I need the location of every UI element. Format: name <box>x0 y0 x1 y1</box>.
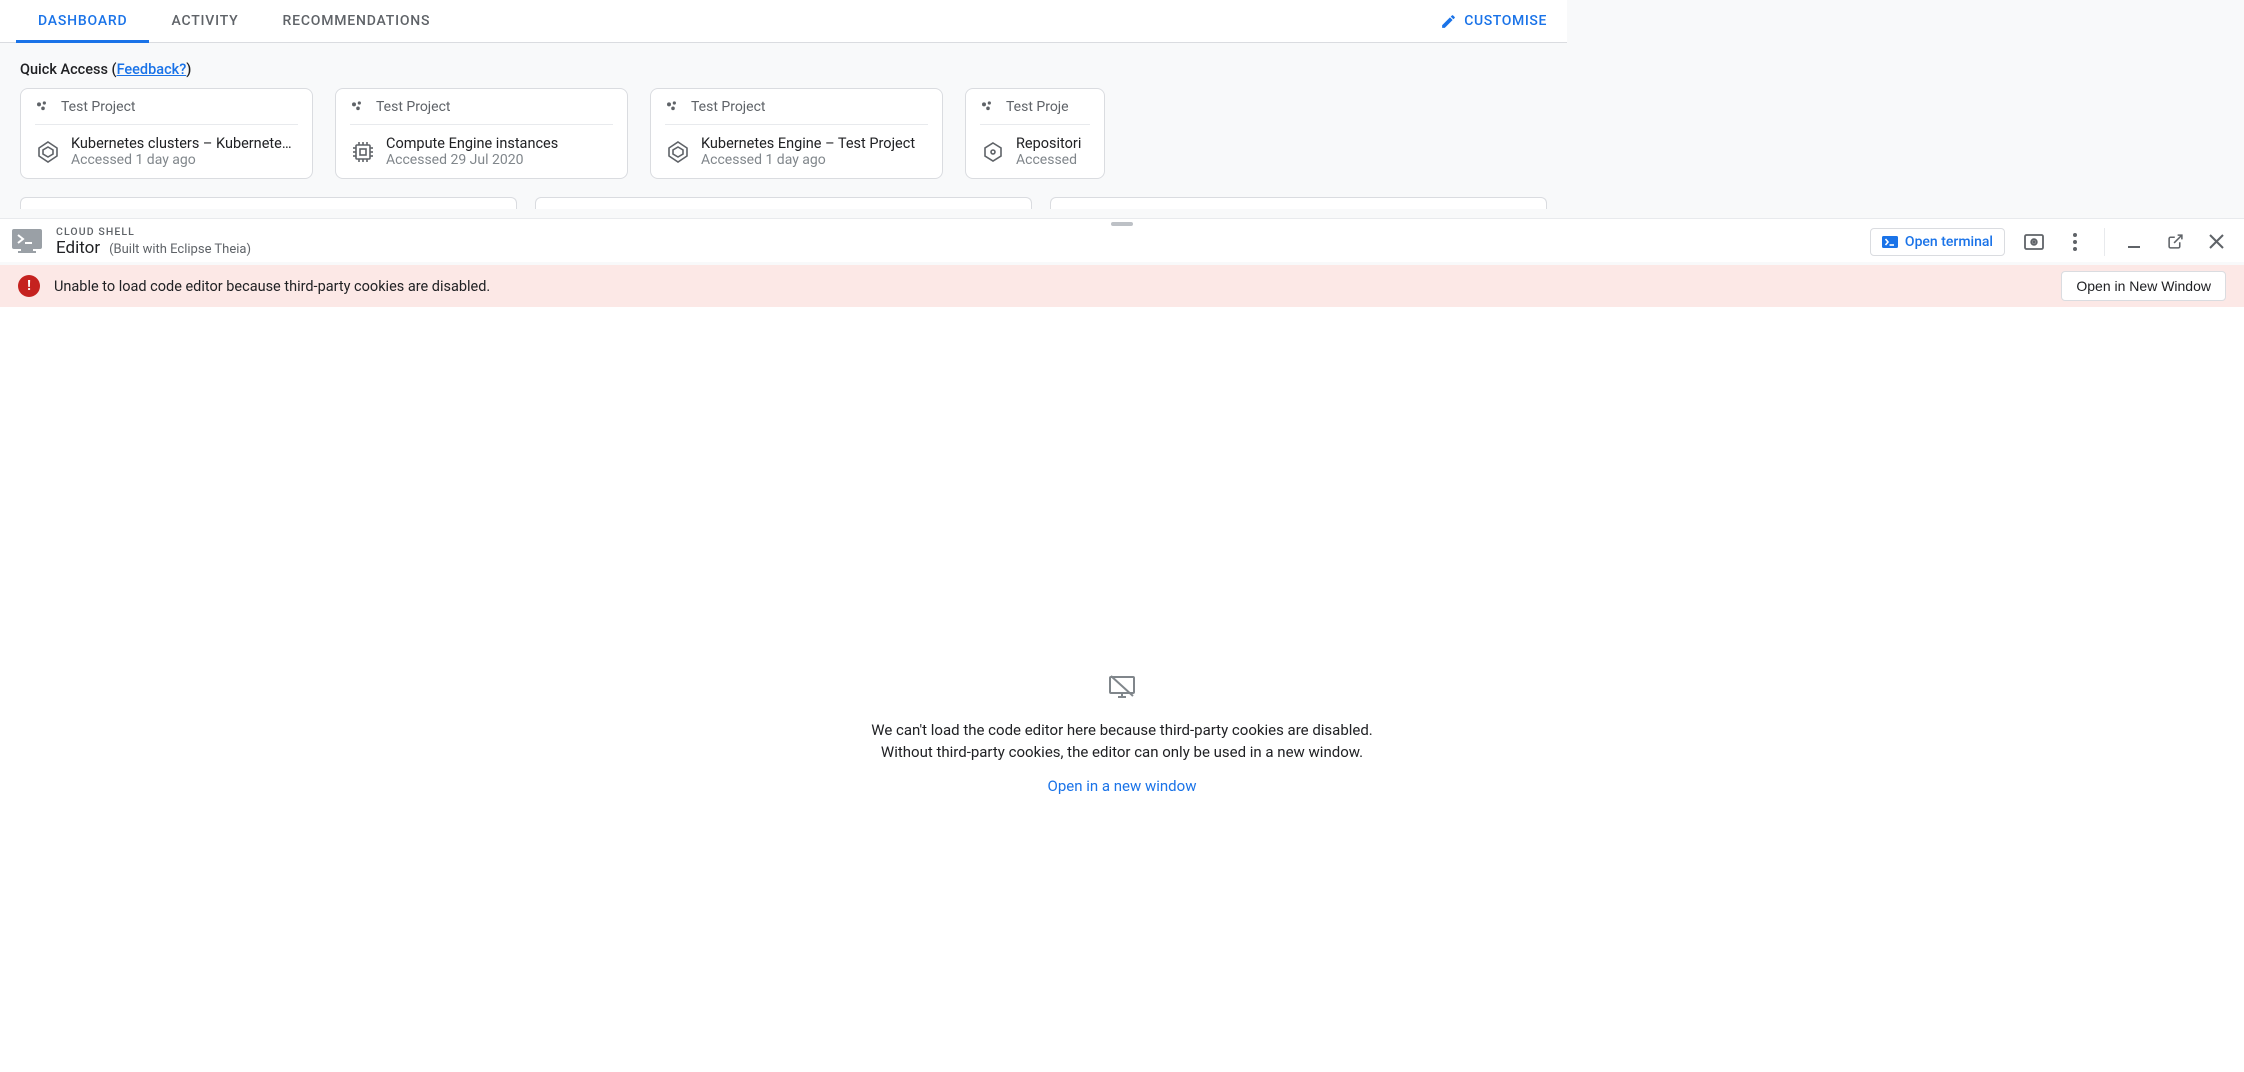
editor-empty-state: We can't load the code editor here becau… <box>0 307 2244 1072</box>
close-icon[interactable] <box>2204 230 2228 254</box>
qa-card[interactable]: Test Project Compute Engine instances Ac… <box>335 88 628 179</box>
open-external-icon[interactable] <box>2163 230 2187 254</box>
qa-header-prefix: Quick Access ( <box>20 61 117 78</box>
qa-card[interactable]: Test Proje Repositori Accessed <box>965 88 1105 179</box>
cloud-shell-overline: CLOUD SHELL <box>56 225 251 238</box>
divider <box>2104 228 2105 256</box>
drag-handle[interactable] <box>1111 222 1133 226</box>
error-message: Unable to load code editor because third… <box>54 278 490 295</box>
tabs-bar: DASHBOARD ACTIVITY RECOMMENDATIONS CUSTO… <box>0 0 1567 43</box>
project-icon <box>665 99 681 115</box>
open-terminal-button[interactable]: Open terminal <box>1870 228 2005 256</box>
project-icon <box>980 99 996 115</box>
quick-access-header: Quick Access (Feedback?) <box>20 61 1547 78</box>
cloud-shell-title: Editor <box>56 238 100 258</box>
more-icon[interactable] <box>2063 230 2087 254</box>
quick-access-cards: Test Project Kubernetes clusters – Kuber… <box>20 88 1547 179</box>
customise-label: CUSTOMISE <box>1464 13 1547 29</box>
qa-header-suffix: ) <box>186 61 191 78</box>
card-accessed: Accessed <box>1016 152 1081 168</box>
kubernetes-icon <box>665 139 691 165</box>
open-terminal-label: Open terminal <box>1905 234 1993 250</box>
kubernetes-icon <box>35 139 61 165</box>
pencil-icon <box>1440 13 1457 30</box>
cloud-shell-icon <box>12 229 42 255</box>
card-title: Kubernetes Engine – Test Project <box>701 135 915 152</box>
panel-stub <box>535 197 1032 209</box>
qa-card[interactable]: Test Project Kubernetes clusters – Kuber… <box>20 88 313 179</box>
card-title: Kubernetes clusters – Kubernetes En... <box>71 135 298 152</box>
cloud-shell-subtitle: (Built with Eclipse Theia) <box>109 242 251 257</box>
project-name: Test Project <box>691 99 765 115</box>
qa-card[interactable]: Test Project Kubernetes Engine – Test Pr… <box>650 88 943 179</box>
card-accessed: Accessed 1 day ago <box>701 152 915 168</box>
project-icon <box>35 99 51 115</box>
panel-stub <box>1050 197 1547 209</box>
minimize-icon[interactable] <box>2122 230 2146 254</box>
card-title: Repositori <box>1016 135 1081 152</box>
no-screen-icon <box>1108 675 1136 699</box>
project-name: Test Proje <box>1006 99 1069 115</box>
project-icon <box>350 99 366 115</box>
tab-dashboard[interactable]: DASHBOARD <box>16 0 149 43</box>
quick-access-section: Quick Access (Feedback?) Test Project Ku… <box>0 43 1567 189</box>
error-banner: ! Unable to load code editor because thi… <box>0 265 2244 307</box>
empty-line-2: Without third-party cookies, the editor … <box>881 743 1363 761</box>
card-title: Compute Engine instances <box>386 135 558 152</box>
open-new-window-button[interactable]: Open in New Window <box>2061 271 2226 301</box>
cloud-shell-bar: CLOUD SHELL Editor (Built with Eclipse T… <box>0 218 2244 262</box>
error-icon: ! <box>18 275 40 297</box>
feedback-link[interactable]: Feedback? <box>117 61 187 78</box>
compute-icon <box>350 139 376 165</box>
project-name: Test Project <box>376 99 450 115</box>
card-accessed: Accessed 29 Jul 2020 <box>386 152 558 168</box>
project-name: Test Project <box>61 99 135 115</box>
tab-activity[interactable]: ACTIVITY <box>149 0 260 43</box>
panel-row <box>0 189 1567 209</box>
open-new-window-link[interactable]: Open in a new window <box>1048 777 1197 795</box>
preview-icon[interactable] <box>2022 230 2046 254</box>
repository-icon <box>980 139 1006 165</box>
empty-line-1: We can't load the code editor here becau… <box>871 721 1373 739</box>
tab-recommendations[interactable]: RECOMMENDATIONS <box>261 0 453 43</box>
panel-stub <box>20 197 517 209</box>
terminal-icon <box>1882 236 1898 248</box>
card-accessed: Accessed 1 day ago <box>71 152 298 168</box>
customise-button[interactable]: CUSTOMISE <box>1440 13 1567 30</box>
